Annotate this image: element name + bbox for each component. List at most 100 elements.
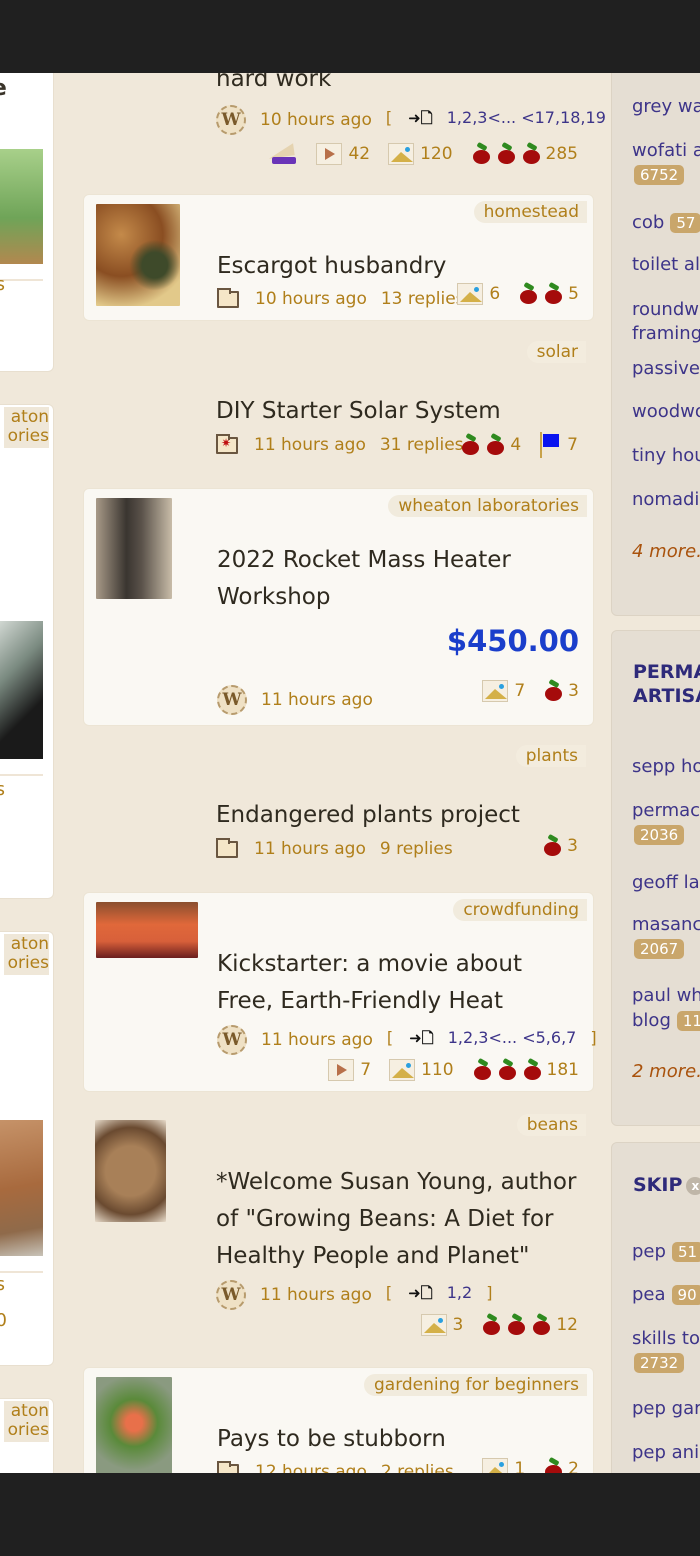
topic-tag[interactable]: solar [526,341,586,363]
topic-tag[interactable]: gardening for beginners [363,1374,587,1396]
topic-thumbnail[interactable] [95,1120,166,1222]
apple-icon [497,1059,517,1081]
topic-pages: [➜🗋 1,2] [386,1283,507,1308]
topic-title[interactable]: *Welcome Susan Young, author of "Growing… [216,1164,578,1275]
page-links[interactable]: 1,2,3<... <5,6,7 [448,1028,577,1047]
sidebar-item[interactable]: pea 90 [632,1283,700,1307]
topic-tag[interactable]: homestead [473,201,587,223]
left-card-4[interactable]: aton ories [0,1398,54,1473]
tag-text: aton ories [7,1401,49,1440]
topic-row[interactable]: crowdfunding Kickstarter: a movie about … [83,892,597,1092]
close-icon[interactable]: x [686,1176,700,1195]
sidebar-item[interactable]: nomadi [632,488,699,512]
sidebar-item[interactable]: pep gar [632,1397,700,1421]
sidebar-item[interactable]: tiny hou [632,444,700,468]
image-count: 110 [421,1060,454,1080]
go-to-page-icon[interactable]: ➜🗋 [409,1029,434,1047]
image-icon [420,1314,447,1336]
left-card-image[interactable] [0,1120,43,1256]
tag-text: aton ories [7,407,49,446]
apple-icon [496,143,516,165]
topic-row[interactable]: hard work W 10 hours ago [➜🗋 1,2,3<... <1… [83,73,626,173]
sidebar-item[interactable]: toilet al [632,253,700,277]
topic-title[interactable]: hard work [216,73,578,98]
left-card-tag[interactable]: aton ories [3,407,49,448]
more-link[interactable]: 4 more... [632,541,700,562]
sidebar-heading: SKIP x [633,1173,700,1197]
sidebar-item[interactable]: passive [632,357,700,381]
topic-title[interactable]: DIY Starter Solar System [216,393,578,430]
sidebar-item[interactable]: cob 57 [632,211,700,235]
sidebar-item[interactable]: masanc 2067 [632,913,700,961]
page-links[interactable]: 1,2 [447,1283,472,1302]
sidebar-item[interactable]: sepp ho [632,755,700,779]
left-card-text: s [0,1274,5,1295]
sidebar-item[interactable]: geoff la [632,871,700,895]
divider [0,774,43,776]
topic-time: 11 hours ago [261,1030,373,1050]
topic-thumbnail[interactable] [96,204,180,306]
topic-title[interactable]: Kickstarter: a movie about Free, Earth-F… [217,946,579,1020]
left-card-tag[interactable]: aton ories [3,934,49,975]
sidebar-item-label: woodwo [632,401,700,422]
topic-thumbnail[interactable] [96,498,172,599]
more-link[interactable]: 2 more... [632,1061,700,1082]
topic-title[interactable]: 2022 Rocket Mass Heater Workshop [217,542,579,616]
topic-tag[interactable]: beans [516,1114,586,1136]
topic-row[interactable]: wheaton laboratories 2022 Rocket Mass He… [83,488,594,726]
sidebar-item[interactable]: pep ani [632,1441,699,1465]
sidebar-item-label: pep [632,1241,666,1262]
count-badge: 2067 [634,939,685,959]
topic-time: 11 hours ago [260,1285,372,1305]
topic-replies: 2 replies [380,1462,454,1473]
topic-replies: 13 replies [380,289,465,309]
topic-stats: 42 120 285 [266,143,578,165]
apple-icon [522,1059,542,1081]
left-card-1[interactable]: re s [0,73,54,372]
topic-row[interactable]: beans *Welcome Susan Young, author of "G… [83,1108,592,1338]
topic-title[interactable]: Pays to be stubborn [217,1421,579,1458]
bracket: [ [386,1027,394,1047]
sidebar-item[interactable]: paul wh blog 11 [632,983,700,1033]
topic-title[interactable]: Escargot husbandry [217,248,579,285]
topic-meta: W 11 hours ago [217,685,387,715]
topic-row[interactable]: homestead Escargot husbandry 10 hours ag… [83,194,594,321]
apple-icon [518,283,538,305]
sidebar-heading-text: SKIP [633,1174,683,1196]
sidebar-item[interactable]: roundw framing [632,298,700,346]
topic-title[interactable]: Endangered plants project [216,797,578,834]
sidebar-item-label: skills to [632,1328,700,1349]
topic-thumbnail[interactable] [96,1377,172,1473]
left-card-text: s [0,779,5,800]
topic-row[interactable]: gardening for beginners Pays to be stubb… [83,1367,594,1473]
topic-time: 12 hours ago [255,1462,367,1473]
sidebar-item[interactable]: grey wa [632,95,700,119]
go-to-page-icon[interactable]: ➜🗋 [408,109,433,127]
apple-count: 4 [510,435,522,455]
topic-row[interactable]: plants Endangered plants project 11 hour… [83,739,592,869]
sidebar-item[interactable]: pep 51 [632,1240,700,1264]
left-card-image[interactable] [0,621,43,759]
topic-pages: [➜🗋 1,2,3<... <5,6,7] [387,1028,611,1053]
sidebar-item[interactable]: woodwo [632,400,700,424]
sidebar-item-label: toilet al [632,254,700,275]
sidebar-item[interactable]: skills to 2732 [632,1327,700,1375]
sidebar-box-popular: grey wa wofati a 6752 cob 57 toilet al rou… [611,73,700,616]
topic-tag[interactable]: crowdfunding [453,899,587,921]
left-card-2[interactable]: aton ories s [0,404,54,899]
go-to-page-icon[interactable]: ➜🗋 [408,1284,433,1302]
apple-icon [472,1059,492,1081]
sidebar-item[interactable]: wofati a 6752 [632,139,700,187]
image-count: 7 [514,681,526,701]
tag-text: aton ories [7,934,49,973]
topic-row[interactable]: solar DIY Starter Solar System 11 hours … [83,335,592,465]
page-links[interactable]: 1,2,3<... <17,18,19 [447,108,606,127]
sidebar-item[interactable]: permac 2036 [632,799,700,847]
topic-tag[interactable]: wheaton laboratories [388,495,587,517]
left-card-3[interactable]: aton ories s 30 [0,931,54,1366]
folder-icon [217,1460,239,1473]
left-card-tag[interactable]: aton ories [3,1401,49,1442]
topic-tag[interactable]: plants [515,745,586,767]
topic-thumbnail[interactable] [96,902,198,958]
left-card-image[interactable] [0,149,43,264]
